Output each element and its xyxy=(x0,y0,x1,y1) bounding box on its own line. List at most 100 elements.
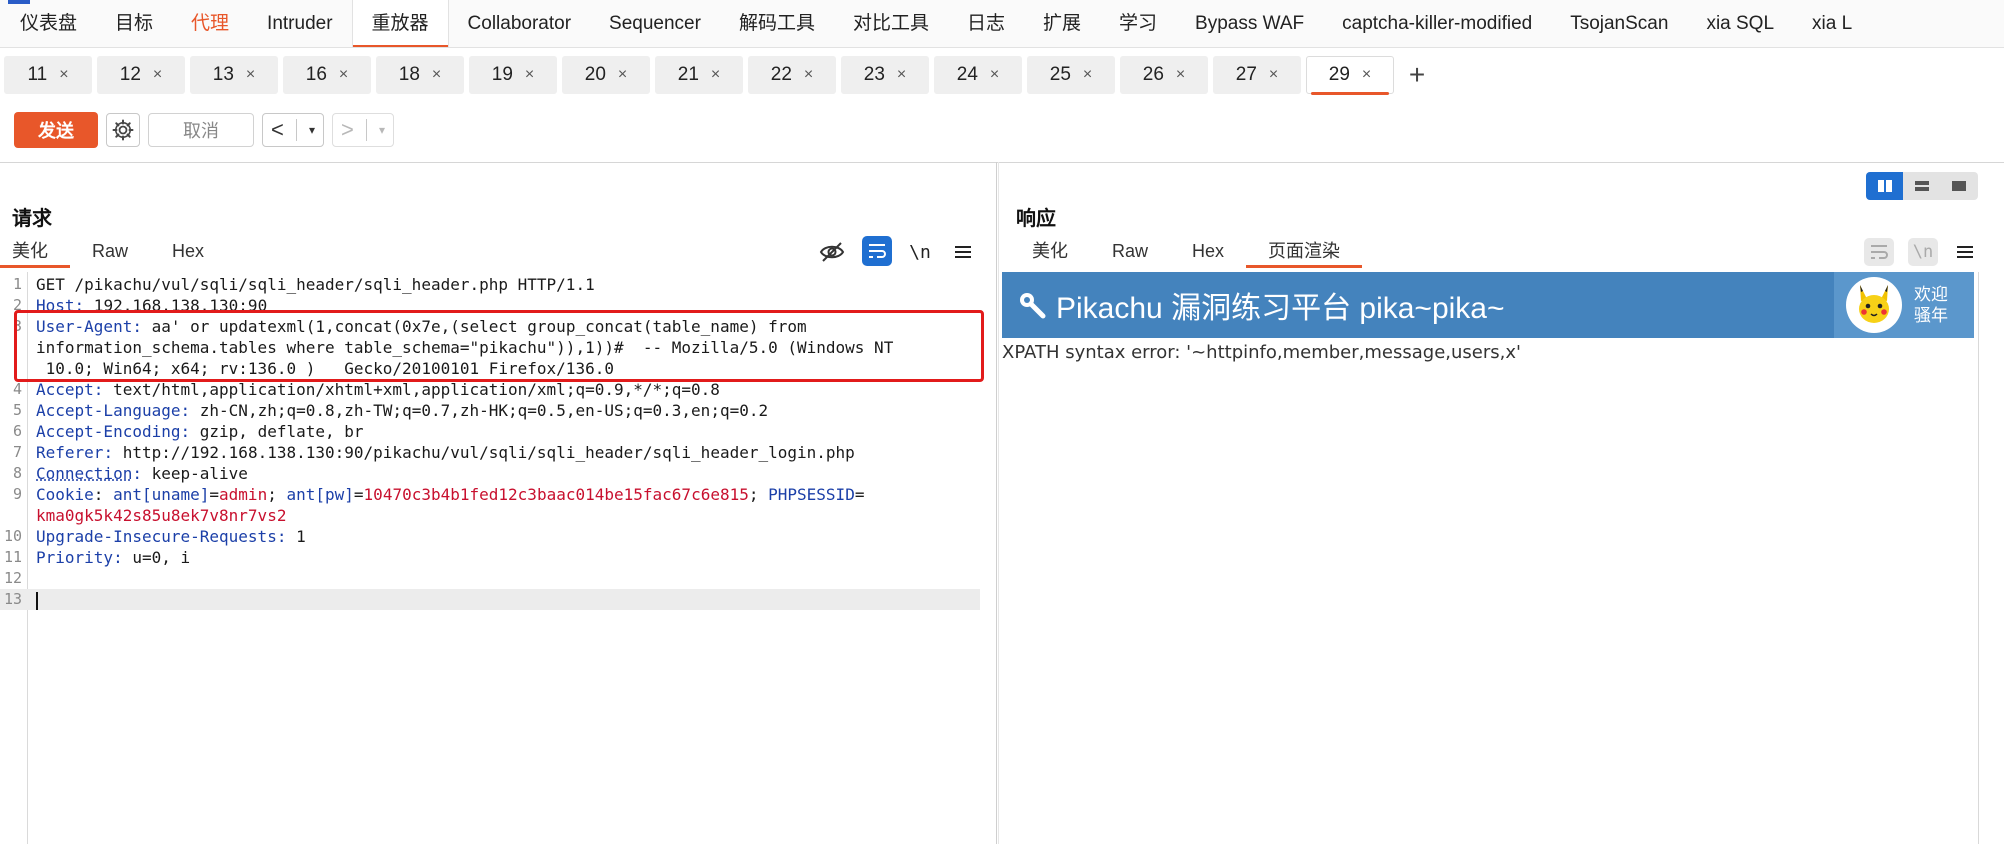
history-back-button[interactable]: < ▾ xyxy=(262,113,324,147)
nav-tab[interactable]: Bypass WAF xyxy=(1176,0,1323,47)
response-view-tab[interactable]: 页面渲染 xyxy=(1246,236,1363,268)
layout-stacked-button[interactable] xyxy=(1903,172,1940,200)
close-icon[interactable]: × xyxy=(246,66,255,84)
nav-tab[interactable]: 对比工具 xyxy=(834,0,948,47)
repeater-tab[interactable]: 16 × xyxy=(283,56,371,94)
nav-tab[interactable]: 解码工具 xyxy=(720,0,834,47)
close-icon[interactable]: × xyxy=(432,66,441,84)
code-line[interactable]: 3 User-Agent: aa' or updatexml(1,concat(0… xyxy=(0,316,980,337)
close-icon[interactable]: × xyxy=(525,66,534,84)
pikachu-header-title[interactable]: Pikachu 漏洞练习平台 pika~pika~ xyxy=(1018,283,1505,327)
close-icon[interactable]: × xyxy=(1083,66,1092,84)
wrap-icon xyxy=(1871,245,1888,259)
response-view-tab[interactable]: 美化 xyxy=(1010,236,1090,268)
nav-tab[interactable]: TsojanScan xyxy=(1551,0,1687,47)
cookie-name: ant[uname] xyxy=(113,485,210,504)
response-scrollbar[interactable] xyxy=(1978,272,1979,844)
request-editor[interactable]: 1 GET /pikachu/vul/sqli/sqli_header/sqli_… xyxy=(0,272,996,844)
request-menu-button[interactable] xyxy=(952,238,974,266)
word-wrap-button[interactable] xyxy=(862,236,892,266)
response-view-tab[interactable]: Hex xyxy=(1170,236,1246,268)
close-icon[interactable]: × xyxy=(711,66,720,84)
nav-tab[interactable]: Intruder xyxy=(248,0,351,47)
code-line[interactable]: information_schema.tables where table_sc… xyxy=(0,337,980,358)
code-line[interactable]: 10.0; Win64; x64; rv:136.0 ) Gecko/20100… xyxy=(0,358,980,379)
line-number: 10 xyxy=(3,527,22,545)
nav-tab[interactable]: Sequencer xyxy=(590,0,720,47)
chevron-down-icon[interactable]: ▾ xyxy=(379,123,385,137)
code-line[interactable]: 6 Accept-Encoding: gzip, deflate, br xyxy=(0,421,980,442)
show-newlines-button[interactable]: \n xyxy=(906,238,934,266)
request-view-tab[interactable]: Hex xyxy=(150,236,226,268)
send-button[interactable]: 发送 xyxy=(14,112,98,148)
settings-button[interactable] xyxy=(106,113,140,147)
code-line[interactable]: 7 Referer: http://192.168.138.130:90/pika… xyxy=(0,442,980,463)
nav-tab[interactable]: Collaborator xyxy=(449,0,591,47)
nav-tab[interactable]: 日志 xyxy=(948,0,1024,47)
nav-tab[interactable]: 代理 xyxy=(172,0,248,47)
close-icon[interactable]: × xyxy=(339,66,348,84)
nav-tab[interactable]: 学习 xyxy=(1100,0,1176,47)
close-icon[interactable]: × xyxy=(1176,66,1185,84)
nav-tab[interactable]: captcha-killer-modified xyxy=(1323,0,1551,47)
request-view-tab[interactable]: Raw xyxy=(70,236,150,268)
hide-nonprintable-button[interactable] xyxy=(816,238,848,266)
close-icon[interactable]: × xyxy=(618,66,627,84)
repeater-tab[interactable]: 27 × xyxy=(1213,56,1301,94)
code-line[interactable]: kma0gk5k42s85u8ek7v8nr7vs2 xyxy=(0,505,980,526)
close-icon[interactable]: × xyxy=(59,66,68,84)
header-value: u=0, i xyxy=(122,548,191,567)
chevron-down-icon[interactable]: ▾ xyxy=(309,123,315,137)
repeater-tab[interactable]: 23 × xyxy=(841,56,929,94)
response-word-wrap-button[interactable] xyxy=(1864,238,1894,266)
repeater-tab[interactable]: 13 × xyxy=(190,56,278,94)
repeater-tab[interactable]: 25 × xyxy=(1027,56,1115,94)
repeater-tab[interactable]: 26 × xyxy=(1120,56,1208,94)
add-tab-button[interactable]: + xyxy=(1399,56,1435,94)
close-icon[interactable]: × xyxy=(153,66,162,84)
panel-splitter[interactable] xyxy=(996,162,997,844)
nav-tab[interactable]: 重放器 xyxy=(351,0,449,47)
history-forward-button[interactable]: > ▾ xyxy=(332,113,394,147)
nav-tab[interactable]: 扩展 xyxy=(1024,0,1100,47)
button-separator xyxy=(365,119,367,141)
response-view-tabs: 美化 Raw Hex 页面渲染 xyxy=(1010,236,1363,268)
layout-tabs-button[interactable] xyxy=(1941,172,1978,200)
close-icon[interactable]: × xyxy=(1362,66,1371,84)
code-line[interactable]: 4 Accept: text/html,application/xhtml+xml… xyxy=(0,379,980,400)
repeater-tab[interactable]: 12 × xyxy=(97,56,185,94)
response-show-newlines-button[interactable]: \n xyxy=(1908,238,1938,266)
repeater-tab[interactable]: 18 × xyxy=(376,56,464,94)
response-view-tab[interactable]: Raw xyxy=(1090,236,1170,268)
code-line[interactable]: 2 Host: 192.168.138.130:90 xyxy=(0,295,980,316)
nav-tab[interactable]: 目标 xyxy=(96,0,172,47)
code-line[interactable]: 9 Cookie: ant[uname]=admin; ant[pw]=10470… xyxy=(0,484,980,505)
close-icon[interactable]: × xyxy=(990,66,999,84)
code-line[interactable]: 13 xyxy=(0,589,980,610)
nav-tab[interactable]: xia SQL xyxy=(1687,0,1793,47)
repeater-tab[interactable]: 21 × xyxy=(655,56,743,94)
header-value: zh-CN,zh;q=0.8,zh-TW;q=0.7,zh-HK;q=0.5,e… xyxy=(190,401,769,420)
repeater-tab[interactable]: 11 × xyxy=(4,56,92,94)
response-menu-button[interactable] xyxy=(1954,238,1976,266)
nav-tab[interactable]: xia L xyxy=(1793,0,1871,47)
code-line[interactable]: 12 xyxy=(0,568,980,589)
repeater-tab[interactable]: 22 × xyxy=(748,56,836,94)
layout-side-by-side-button[interactable] xyxy=(1866,172,1904,200)
repeater-tab[interactable]: 20 × xyxy=(562,56,650,94)
close-icon[interactable]: × xyxy=(804,66,813,84)
repeater-tab[interactable]: 24 × xyxy=(934,56,1022,94)
nav-tab[interactable]: 仪表盘 xyxy=(0,0,96,47)
close-icon[interactable]: × xyxy=(897,66,906,84)
repeater-tab-label: 24 xyxy=(956,64,978,85)
cancel-button[interactable]: 取消 xyxy=(148,113,254,147)
code-line[interactable]: 5 Accept-Language: zh-CN,zh;q=0.8,zh-TW;q… xyxy=(0,400,980,421)
code-line[interactable]: 11 Priority: u=0, i xyxy=(0,547,980,568)
repeater-tab[interactable]: 19 × xyxy=(469,56,557,94)
close-icon[interactable]: × xyxy=(1269,66,1278,84)
code-line[interactable]: 8 Connection: keep-alive xyxy=(0,463,980,484)
code-line[interactable]: 1 GET /pikachu/vul/sqli/sqli_header/sqli_… xyxy=(0,274,980,295)
request-view-tab[interactable]: 美化 xyxy=(0,236,70,268)
repeater-tab[interactable]: 29 × xyxy=(1306,56,1394,95)
code-line[interactable]: 10 Upgrade-Insecure-Requests: 1 xyxy=(0,526,980,547)
